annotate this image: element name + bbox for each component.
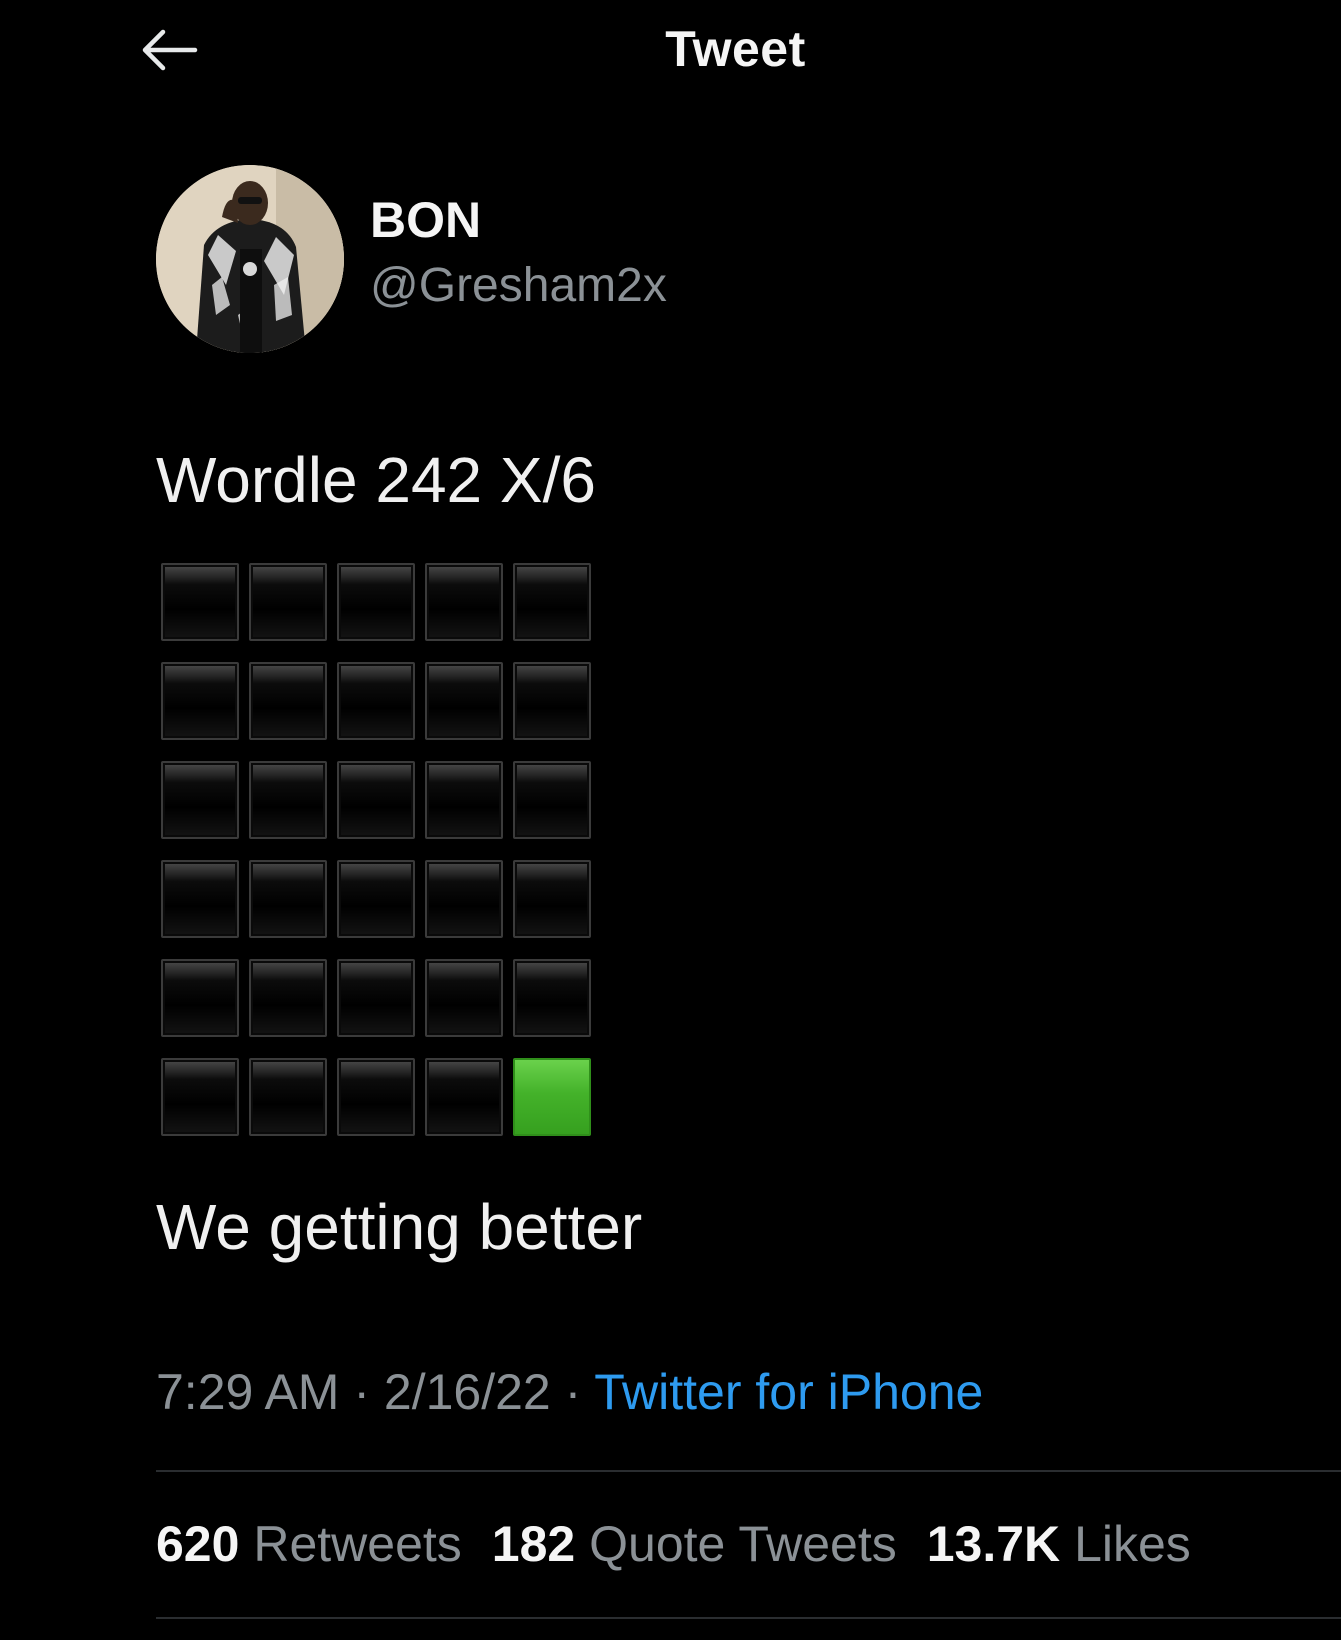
meta-separator: ·	[550, 1364, 595, 1420]
black-square-icon	[337, 563, 415, 641]
meta-separator: ·	[339, 1364, 384, 1420]
avatar-photo	[156, 165, 344, 353]
black-square-icon	[249, 959, 327, 1037]
quote-tweets-label: Quote Tweets	[589, 1516, 897, 1572]
likes-stat[interactable]: 13.7K Likes	[927, 1516, 1191, 1572]
retweets-label: Retweets	[253, 1516, 462, 1572]
handle[interactable]: @Gresham2x	[370, 259, 667, 313]
tweet-headline: Wordle 242 X/6	[156, 444, 596, 516]
tweet-meta: 7:29 AM · 2/16/22 · Twitter for iPhone	[156, 1363, 983, 1421]
divider	[156, 1470, 1341, 1472]
author-names: BON @Gresham2x	[370, 193, 667, 313]
black-square-icon	[161, 761, 239, 839]
black-square-icon	[513, 860, 591, 938]
display-name[interactable]: BON	[370, 193, 667, 248]
wordle-grid	[161, 563, 591, 1136]
black-square-icon	[425, 563, 503, 641]
black-square-icon	[337, 761, 415, 839]
green-square-icon	[513, 1058, 591, 1136]
black-square-icon	[337, 1058, 415, 1136]
black-square-icon	[249, 1058, 327, 1136]
tweet-source-link[interactable]: Twitter for iPhone	[594, 1364, 983, 1420]
retweets-stat[interactable]: 620 Retweets	[156, 1516, 462, 1572]
quote-tweets-count: 182	[491, 1516, 576, 1572]
top-bar: Tweet	[0, 0, 1341, 110]
page-title: Tweet	[665, 21, 806, 77]
retweets-count: 620	[156, 1516, 240, 1572]
black-square-icon	[513, 563, 591, 641]
black-square-icon	[249, 662, 327, 740]
likes-label: Likes	[1074, 1516, 1191, 1572]
tweet-stats: 620 Retweets 182 Quote Tweets 13.7K Likes	[156, 1515, 1191, 1573]
likes-count: 13.7K	[926, 1516, 1061, 1572]
black-square-icon	[161, 959, 239, 1037]
tweet-author: BON @Gresham2x	[156, 165, 667, 353]
black-square-icon	[425, 959, 503, 1037]
black-square-icon	[513, 662, 591, 740]
black-square-icon	[425, 662, 503, 740]
tweet-time: 7:29 AM	[156, 1364, 340, 1420]
tweet-caption: We getting better	[156, 1191, 643, 1263]
black-square-icon	[337, 662, 415, 740]
avatar[interactable]	[156, 165, 344, 353]
black-square-icon	[513, 761, 591, 839]
black-square-icon	[513, 959, 591, 1037]
black-square-icon	[337, 860, 415, 938]
tweet-date: 2/16/22	[383, 1364, 551, 1420]
black-square-icon	[425, 1058, 503, 1136]
black-square-icon	[425, 860, 503, 938]
black-square-icon	[161, 563, 239, 641]
black-square-icon	[161, 662, 239, 740]
black-square-icon	[249, 860, 327, 938]
black-square-icon	[161, 1058, 239, 1136]
quote-tweets-stat[interactable]: 182 Quote Tweets	[492, 1516, 897, 1572]
black-square-icon	[425, 761, 503, 839]
divider	[156, 1617, 1341, 1619]
black-square-icon	[337, 959, 415, 1037]
black-square-icon	[249, 761, 327, 839]
black-square-icon	[161, 860, 239, 938]
black-square-icon	[249, 563, 327, 641]
